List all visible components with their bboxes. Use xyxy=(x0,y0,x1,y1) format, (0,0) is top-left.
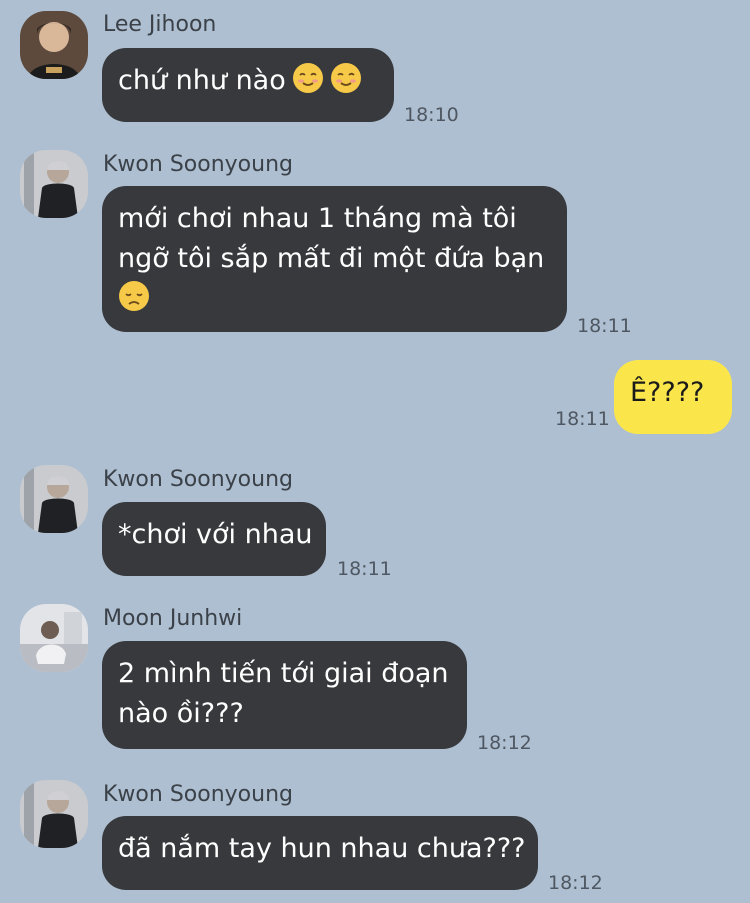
message-line: ngỡ tôi sắp mất đi một đứa bạn xyxy=(118,243,545,274)
message-text: chứ như nào xyxy=(118,65,286,96)
message-bubble[interactable]: 2 mình tiến tới giai đoạn nào ồi??? xyxy=(102,641,467,749)
message-time: 18:10 xyxy=(404,104,459,126)
chat-thread[interactable]: Lee Jihoon chứ như nào 18:10 Kwon Soonyo… xyxy=(0,0,750,903)
message-line: 2 mình tiến tới giai đoạn xyxy=(118,658,449,689)
message-time: 18:11 xyxy=(555,408,610,430)
message-line: nào ồi??? xyxy=(118,698,244,729)
sender-name: Lee Jihoon xyxy=(103,12,217,37)
message-text: đã nắm tay hun nhau chưa??? xyxy=(118,833,526,864)
message-line: mới chơi nhau 1 tháng mà tôi xyxy=(118,203,517,234)
message-text: *chơi với nhau xyxy=(118,519,313,550)
avatar-lee-jihoon-icon[interactable] xyxy=(20,11,88,79)
avatar-kwon-soonyoung-icon[interactable] xyxy=(20,150,88,218)
message-bubble[interactable]: đã nắm tay hun nhau chưa??? xyxy=(102,816,538,890)
sender-name: Kwon Soonyoung xyxy=(103,152,293,177)
message-time: 18:12 xyxy=(477,732,532,754)
smiling-face-icon xyxy=(330,62,362,94)
message-bubble[interactable]: mới chơi nhau 1 tháng mà tôi ngỡ tôi sắp… xyxy=(102,186,567,332)
avatar-kwon-soonyoung-icon[interactable] xyxy=(20,780,88,848)
message-time: 18:11 xyxy=(337,558,392,580)
message-time: 18:11 xyxy=(577,315,632,337)
sender-name: Kwon Soonyoung xyxy=(103,782,293,807)
avatar-kwon-soonyoung-icon[interactable] xyxy=(20,465,88,533)
message-bubble[interactable]: chứ như nào xyxy=(102,48,394,122)
message-time: 18:12 xyxy=(548,872,603,894)
message-text: Ê???? xyxy=(630,377,705,408)
smiling-face-icon xyxy=(292,62,324,94)
sender-name: Moon Junhwi xyxy=(103,606,243,631)
message-bubble[interactable]: *chơi với nhau xyxy=(102,502,326,576)
my-message-bubble[interactable]: Ê???? xyxy=(614,360,732,434)
sender-name: Kwon Soonyoung xyxy=(103,467,293,492)
disappointed-face-icon xyxy=(118,280,150,312)
avatar-moon-junhwi-icon[interactable] xyxy=(20,604,88,672)
